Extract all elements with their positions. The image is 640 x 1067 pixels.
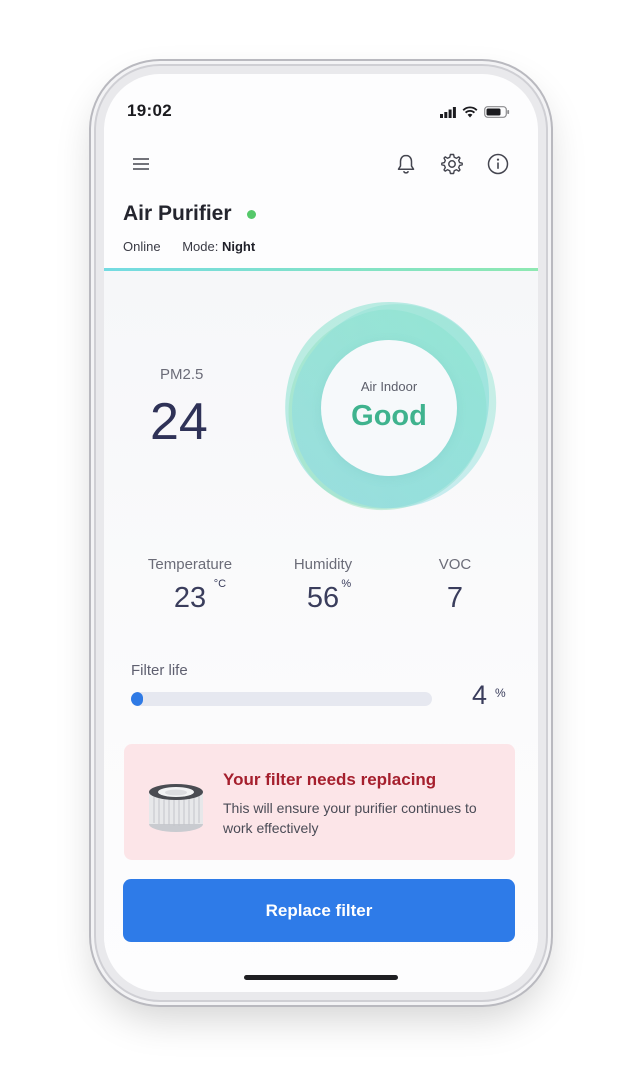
metric-value: 23 °C (173, 578, 226, 615)
filter-life-label: Filter life (131, 662, 188, 679)
pm-label: PM2.5 (160, 366, 204, 383)
metric-temperature: Temperature 23 °C (130, 556, 250, 615)
alert-body: This will ensure your purifier continues… (223, 800, 477, 836)
filter-life-fill (131, 692, 144, 706)
status-time: 19:02 (127, 101, 172, 120)
filter-alert: Your filter needs replacing This will en… (124, 744, 515, 860)
status-bar: 19:02 (104, 74, 538, 150)
gear-icon[interactable] (439, 151, 465, 177)
device-title: Air Purifier (123, 202, 232, 225)
connection-status: Online (123, 239, 161, 254)
metric-unit: % (341, 578, 352, 590)
metric-number: 7 (446, 582, 464, 614)
menu-icon[interactable] (128, 151, 154, 177)
battery-icon (484, 105, 510, 123)
air-quality-value: Good (351, 400, 427, 432)
metric-voc: VOC 7 (395, 556, 515, 615)
metric-value: 7 (447, 582, 463, 615)
device-status-line: Online Mode: Night (123, 239, 255, 254)
filter-life-bar (131, 692, 432, 706)
mode-label: Mode: (182, 239, 219, 254)
filter-life-unit: % (495, 686, 506, 700)
info-icon[interactable] (485, 151, 511, 177)
bell-icon[interactable] (393, 151, 419, 177)
replace-filter-button[interactable]: Replace filter (123, 879, 515, 942)
alert-title: Your filter needs replacing (223, 770, 437, 789)
air-quality-label: Air Indoor (360, 379, 418, 394)
app-screen: 19:02 Air Purifier Online Mode: Night PM… (104, 74, 538, 992)
home-indicator[interactable] (244, 975, 398, 980)
metric-number: 56 (306, 582, 340, 614)
metric-humidity: Humidity 56% (263, 556, 383, 615)
status-icons (440, 105, 510, 123)
mode-value: Night (221, 239, 256, 254)
wifi-icon (462, 105, 478, 123)
signal-icon (440, 105, 456, 123)
metric-label: VOC (438, 556, 472, 573)
metric-label: Temperature (147, 556, 233, 573)
pm-value: 24 (150, 393, 208, 451)
filter-life-value: 4 (472, 680, 488, 710)
metric-number: 23 (173, 582, 207, 614)
metric-unit: °C (213, 578, 227, 590)
online-indicator (247, 210, 256, 219)
metric-value: 56% (306, 578, 351, 615)
filter-cartridge-icon (149, 784, 203, 832)
metric-label: Humidity (293, 556, 353, 573)
